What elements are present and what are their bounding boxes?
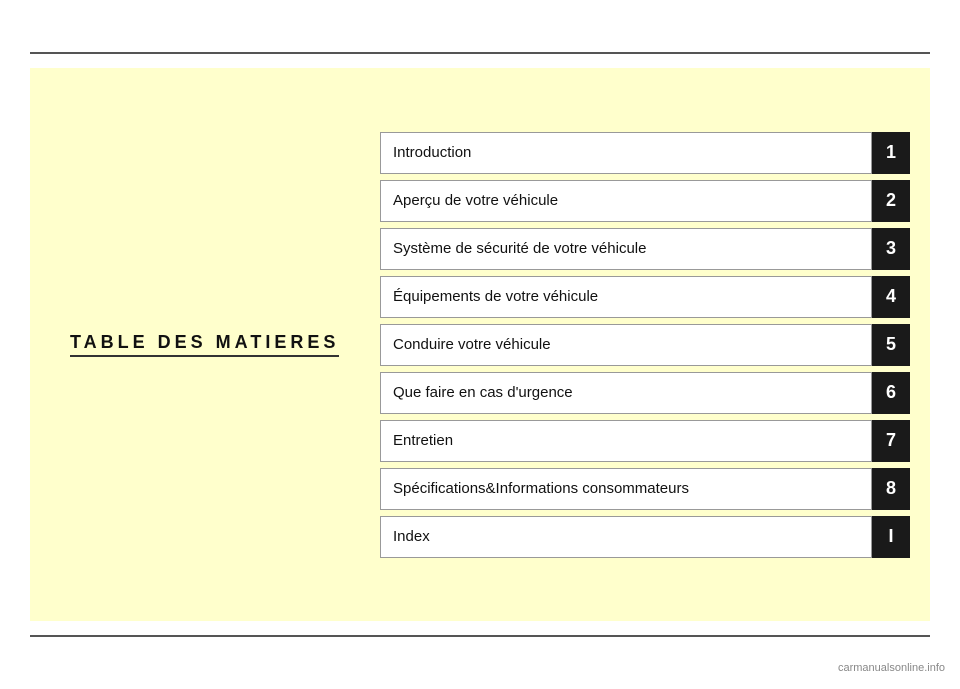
toc-item-label: Équipements de votre véhicule (380, 276, 872, 318)
main-content-area: TABLE DES MATIERES Introduction1Aperçu d… (30, 68, 930, 621)
toc-item-number[interactable]: 1 (872, 132, 910, 174)
table-row[interactable]: Système de sécurité de votre véhicule3 (380, 228, 910, 270)
table-row[interactable]: Introduction1 (380, 132, 910, 174)
toc-item-label: Index (380, 516, 872, 558)
watermark: carmanualsonline.info (838, 662, 945, 674)
table-row[interactable]: IndexI (380, 516, 910, 558)
toc-item-label: Spécifications&Informations consommateur… (380, 468, 872, 510)
table-row[interactable]: Entretien7 (380, 420, 910, 462)
toc-item-label: Aperçu de votre véhicule (380, 180, 872, 222)
toc-item-label: Entretien (380, 420, 872, 462)
page-title: TABLE DES MATIERES (70, 332, 339, 357)
toc-item-number[interactable]: I (872, 516, 910, 558)
left-section: TABLE DES MATIERES (30, 332, 370, 357)
toc-item-number[interactable]: 5 (872, 324, 910, 366)
toc-item-number[interactable]: 4 (872, 276, 910, 318)
toc-item-number[interactable]: 2 (872, 180, 910, 222)
table-row[interactable]: Que faire en cas d'urgence6 (380, 372, 910, 414)
toc-item-number[interactable]: 3 (872, 228, 910, 270)
toc-item-number[interactable]: 8 (872, 468, 910, 510)
toc-item-label: Conduire votre véhicule (380, 324, 872, 366)
toc-list: Introduction1Aperçu de votre véhicule2Sy… (370, 112, 930, 578)
table-row[interactable]: Aperçu de votre véhicule2 (380, 180, 910, 222)
top-divider (30, 52, 930, 54)
toc-item-label: Introduction (380, 132, 872, 174)
toc-item-label: Que faire en cas d'urgence (380, 372, 872, 414)
toc-item-number[interactable]: 6 (872, 372, 910, 414)
table-row[interactable]: Conduire votre véhicule5 (380, 324, 910, 366)
toc-item-number[interactable]: 7 (872, 420, 910, 462)
table-row[interactable]: Spécifications&Informations consommateur… (380, 468, 910, 510)
table-row[interactable]: Équipements de votre véhicule4 (380, 276, 910, 318)
bottom-divider (30, 635, 930, 637)
toc-item-label: Système de sécurité de votre véhicule (380, 228, 872, 270)
